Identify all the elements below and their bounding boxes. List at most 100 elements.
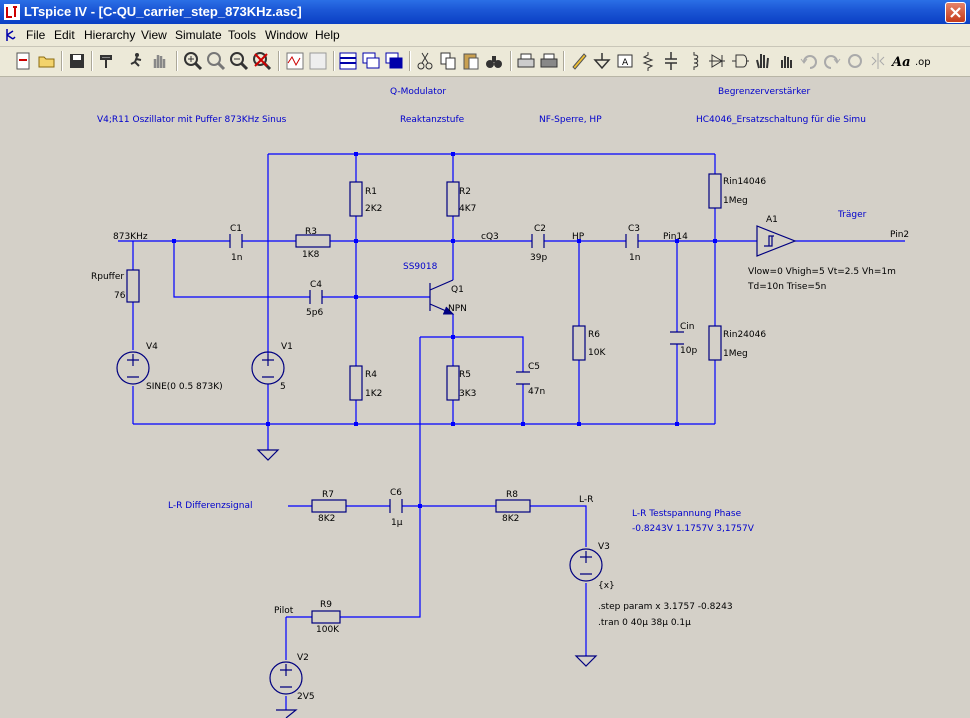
resistor-r4[interactable]: [349, 365, 363, 401]
menu-hierarchy[interactable]: Hierarchy: [84, 28, 135, 42]
capacitor-c3[interactable]: [625, 234, 639, 248]
autorange-icon[interactable]: [307, 50, 329, 72]
capacitor-c5[interactable]: [516, 371, 530, 385]
netlabel-cq3: cQ3: [481, 232, 499, 242]
zoom-fit-icon[interactable]: [251, 50, 273, 72]
control-panel-hammer-icon[interactable]: [96, 50, 118, 72]
cin-name: Cin: [680, 322, 695, 332]
undo-icon[interactable]: [798, 50, 820, 72]
r5-name: R5: [459, 370, 471, 380]
inductor-icon[interactable]: [683, 50, 705, 72]
menu-edit[interactable]: Edit: [54, 28, 75, 42]
menu-help[interactable]: Help: [315, 28, 340, 42]
resistor-r2[interactable]: [446, 181, 460, 217]
zoom-in-icon[interactable]: [182, 50, 204, 72]
capacitor-icon[interactable]: [660, 50, 682, 72]
cascade-icon[interactable]: [360, 50, 382, 72]
rpuffer-value: 76: [114, 291, 126, 301]
spice-tran-directive[interactable]: .tran 0 40µ 38µ 0.1µ: [598, 618, 691, 628]
text-icon[interactable]: Aa: [890, 50, 912, 72]
document-icon[interactable]: [3, 27, 19, 43]
ltspice-app-icon[interactable]: [4, 4, 20, 20]
voltage-source-v3[interactable]: [569, 548, 603, 582]
transistor-part-label: SS9018: [403, 262, 438, 272]
resistor-r8[interactable]: [495, 499, 531, 513]
menu-simulate[interactable]: Simulate: [175, 28, 222, 42]
resistor-r6[interactable]: [572, 325, 586, 361]
move-hand-icon[interactable]: [752, 50, 774, 72]
v2-value: 2V5: [297, 692, 315, 702]
menu-view[interactable]: View: [141, 28, 167, 42]
close-button[interactable]: [945, 2, 966, 23]
find-binoculars-icon[interactable]: [483, 50, 505, 72]
svg-text:Aa: Aa: [890, 55, 911, 70]
ground-icon[interactable]: [591, 50, 613, 72]
cut-icon[interactable]: [414, 50, 436, 72]
capacitor-c6[interactable]: [389, 499, 403, 513]
voltage-source-v2[interactable]: [269, 661, 303, 695]
menu-tools[interactable]: Tools: [228, 28, 256, 42]
capacitor-c4[interactable]: [309, 290, 323, 304]
menu-window[interactable]: Window: [265, 28, 308, 42]
r7-name: R7: [322, 490, 334, 500]
a1-name: A1: [766, 215, 778, 225]
close-all-icon[interactable]: [383, 50, 405, 72]
spice-directive-icon[interactable]: .op: [913, 50, 935, 72]
spice-step-directive[interactable]: .step param x 3.1757 -0.8243: [598, 602, 733, 612]
netlabel-pin2: Pin2: [890, 230, 909, 240]
comment-lr-values: -0.8243V 1.1757V 3,1757V: [632, 524, 755, 534]
redo-icon[interactable]: [821, 50, 843, 72]
save-icon[interactable]: [66, 50, 88, 72]
resistor-r7[interactable]: [311, 499, 347, 513]
svg-text:.op: .op: [915, 57, 931, 68]
resistor-r9[interactable]: [311, 610, 341, 624]
rin24046-value: 1Meg: [723, 349, 748, 359]
capacitor-cin[interactable]: [670, 331, 684, 345]
netlabel-pin14: Pin14: [663, 232, 688, 242]
diode-icon[interactable]: [706, 50, 728, 72]
a1-params-1: Vlow=0 Vhigh=5 Vt=2.5 Vh=1m: [748, 267, 896, 277]
run-icon[interactable]: [125, 50, 147, 72]
v4-value: SINE(0 0.5 873K): [146, 382, 223, 392]
netlabel-pilot: Pilot: [274, 606, 294, 616]
halt-hand-icon[interactable]: [148, 50, 170, 72]
draw-wire-pencil-icon[interactable]: [568, 50, 590, 72]
label-net-icon[interactable]: A: [614, 50, 636, 72]
r9-value: 100K: [316, 625, 340, 635]
waveform-icon[interactable]: [284, 50, 306, 72]
rotate-icon[interactable]: [844, 50, 866, 72]
schmitt-trigger-a1[interactable]: [756, 225, 797, 257]
zoom-out-icon[interactable]: [228, 50, 250, 72]
resistor-rin14046[interactable]: [708, 173, 722, 209]
mirror-icon[interactable]: [867, 50, 889, 72]
resistor-icon[interactable]: [637, 50, 659, 72]
open-folder-icon[interactable]: [36, 50, 58, 72]
new-schematic-icon[interactable]: [13, 50, 35, 72]
component-icon[interactable]: [729, 50, 751, 72]
c6-name: C6: [390, 488, 402, 498]
resistor-rin24046[interactable]: [708, 325, 722, 361]
v1-name: V1: [281, 342, 293, 352]
print-setup-icon[interactable]: [515, 50, 537, 72]
resistor-r1[interactable]: [349, 181, 363, 217]
print-icon[interactable]: [538, 50, 560, 72]
tile-horizontal-icon[interactable]: [337, 50, 359, 72]
copy-icon[interactable]: [437, 50, 459, 72]
schematic-canvas[interactable]: Q-Modulator Begrenzerverstärker V4;R11 O…: [2, 77, 968, 718]
voltage-source-v4[interactable]: [116, 351, 150, 385]
menu-file[interactable]: File: [26, 28, 45, 42]
drag-hand-icon[interactable]: [775, 50, 797, 72]
r6-value: 10K: [588, 348, 606, 358]
comment-lr-differenz: L-R Differenzsignal: [168, 501, 252, 511]
resistor-r5[interactable]: [446, 365, 460, 401]
netlabel-hp: HP: [572, 232, 585, 242]
capacitor-c2[interactable]: [531, 234, 545, 248]
pan-icon[interactable]: [205, 50, 227, 72]
r6-name: R6: [588, 330, 600, 340]
voltage-source-v1[interactable]: [251, 351, 285, 385]
resistor-rpuffer[interactable]: [126, 269, 140, 303]
paste-icon[interactable]: [460, 50, 482, 72]
r7-value: 8K2: [318, 514, 335, 524]
v2-name: V2: [297, 653, 309, 663]
capacitor-c1[interactable]: [229, 234, 243, 248]
